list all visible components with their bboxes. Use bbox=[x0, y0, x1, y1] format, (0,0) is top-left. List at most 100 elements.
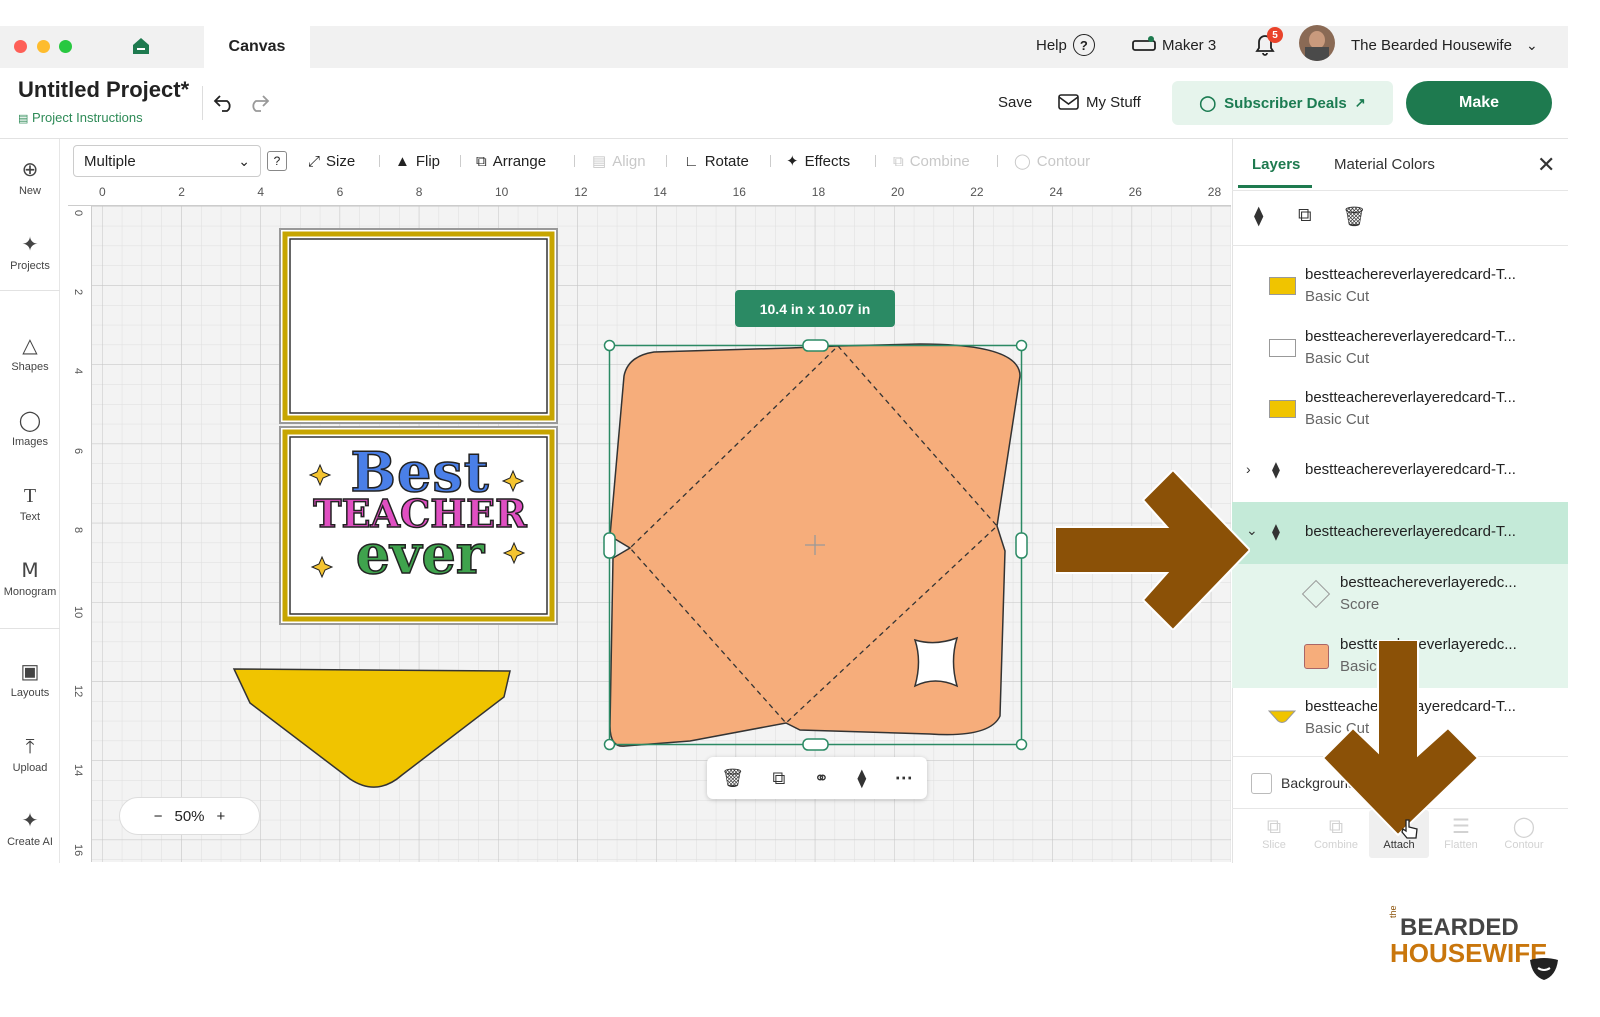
machine-label: Maker 3 bbox=[1162, 36, 1217, 54]
divider bbox=[202, 86, 203, 120]
flip-label: Flip bbox=[415, 152, 441, 170]
tab-layers[interactable]: Layers bbox=[1252, 156, 1300, 173]
help-icon: ? bbox=[1072, 34, 1095, 56]
watermark-prefix: the bbox=[1388, 905, 1398, 918]
minimize-window-button[interactable] bbox=[37, 40, 50, 53]
user-name: The Bearded Housewife bbox=[1351, 36, 1512, 54]
ruler-tick-label: 0 bbox=[99, 185, 106, 199]
text-icon: T bbox=[23, 485, 37, 507]
sidebar-item-new[interactable]: ⊕ New bbox=[0, 159, 60, 197]
save-button[interactable]: Save bbox=[998, 94, 1032, 111]
upload-icon: ⤒ bbox=[25, 736, 35, 758]
arrange-button[interactable]: ⧉ Arrange bbox=[476, 150, 546, 172]
contour-button[interactable]: ◯ Contour bbox=[1014, 150, 1090, 172]
sidebar-item-shapes[interactable]: △ Shapes bbox=[0, 335, 60, 373]
layer-name: bestteachereverlayeredcard-T... bbox=[1305, 523, 1516, 540]
delete-layer-icon[interactable]: 🗑 bbox=[1342, 205, 1366, 229]
sidebar-item-monogram[interactable]: Ⅿ Monogram bbox=[0, 560, 60, 598]
tab-canvas[interactable]: Canvas bbox=[204, 26, 310, 68]
subscriber-deals-label: Subscriber Deals bbox=[1224, 94, 1347, 112]
toolbar-help-button[interactable]: ? bbox=[267, 151, 287, 171]
layer-swatch bbox=[1268, 710, 1296, 723]
background-checkbox[interactable] bbox=[1251, 773, 1272, 794]
trash-icon[interactable]: 🗑 bbox=[721, 768, 744, 789]
divider bbox=[460, 155, 461, 167]
sidebar-item-layouts[interactable]: ▣ Layouts bbox=[0, 661, 60, 699]
effects-button[interactable]: ✦ Effects bbox=[786, 150, 850, 172]
help-button[interactable]: Help ? bbox=[1036, 34, 1095, 56]
machine-selector[interactable]: Maker 3 bbox=[1132, 34, 1216, 56]
arrange-label: Arrange bbox=[492, 152, 547, 170]
layer-row[interactable]: bestteachereverlayeredcard-T... Basic Cu… bbox=[1232, 255, 1568, 317]
project-instructions-link[interactable]: ▤ Project Instructions bbox=[18, 110, 143, 125]
my-stuff-label: My Stuff bbox=[1086, 93, 1141, 111]
shirt-icon: ▣ bbox=[20, 661, 40, 683]
project-title[interactable]: Untitled Project* bbox=[18, 77, 189, 103]
sidebar-item-label: Layouts bbox=[10, 687, 50, 699]
size-badge: 10.4 in x 10.07 in bbox=[735, 290, 895, 327]
sidebar-item-images[interactable]: ◯ Images bbox=[0, 410, 60, 448]
divider bbox=[1232, 190, 1568, 191]
group-layers-icon[interactable]: ⧫ bbox=[1254, 205, 1263, 228]
contour-label: Contour bbox=[1504, 839, 1544, 851]
home-icon[interactable] bbox=[131, 36, 151, 56]
divider bbox=[0, 290, 60, 291]
cursor-hand-icon bbox=[1401, 819, 1418, 839]
more-icon[interactable]: ⋯ bbox=[895, 768, 913, 789]
layer-swatch bbox=[1269, 339, 1296, 357]
sidebar-item-projects[interactable]: ✦ Projects bbox=[0, 234, 60, 272]
arrange-icon: ⧉ bbox=[476, 152, 487, 170]
duplicate-layer-icon[interactable]: ⧉ bbox=[1298, 205, 1312, 227]
flatten-label: Flatten bbox=[1444, 839, 1478, 851]
sidebar-item-create-ai[interactable]: ✦ Create AI bbox=[0, 810, 60, 848]
flip-button[interactable]: ▲ Flip bbox=[395, 150, 440, 172]
layer-row-child[interactable]: bestteachereverlayeredc... Score bbox=[1232, 564, 1568, 626]
flip-icon: ▲ bbox=[395, 152, 410, 170]
make-button[interactable]: Make bbox=[1406, 81, 1552, 125]
group-icon[interactable]: ⧫ bbox=[857, 768, 866, 789]
sidebar-item-text[interactable]: T Text bbox=[0, 485, 60, 523]
size-button[interactable]: ⤢ Size bbox=[308, 150, 355, 172]
zoom-control: − 50% + bbox=[119, 797, 260, 835]
layer-group-row[interactable]: › ⧫ bestteachereverlayeredcard-T... bbox=[1232, 440, 1568, 502]
contour-label: Contour bbox=[1036, 152, 1091, 170]
user-menu[interactable]: The Bearded Housewife ⌄ bbox=[1351, 34, 1538, 56]
yellow-flap-shape[interactable] bbox=[232, 667, 514, 797]
operation-select[interactable]: Multiple ⌄ bbox=[73, 145, 261, 177]
ruler-tick-label: 16 bbox=[732, 185, 746, 199]
attach-icon[interactable]: ⚭ bbox=[814, 768, 829, 789]
redo-icon[interactable] bbox=[247, 91, 271, 113]
envelope-shape[interactable] bbox=[600, 336, 1032, 756]
help-label: Help bbox=[1036, 36, 1067, 54]
align-button[interactable]: ▤ Align bbox=[592, 150, 646, 172]
duplicate-icon[interactable]: ⧉ bbox=[773, 768, 786, 789]
avatar[interactable] bbox=[1299, 25, 1335, 61]
combine-button[interactable]: ⧉ Combine bbox=[893, 150, 970, 172]
sidebar-item-upload[interactable]: ⤒ Upload bbox=[0, 736, 60, 774]
ruler-tick-label: 20 bbox=[891, 185, 905, 199]
layer-operation: Basic Cut bbox=[1305, 288, 1370, 305]
sidebar-item-label: Text bbox=[19, 511, 41, 523]
layer-group-row-selected[interactable]: ⌄ ⧫ bestteachereverlayeredcard-T... bbox=[1232, 502, 1568, 564]
subscriber-deals-button[interactable]: ◯ Subscriber Deals ↗ bbox=[1172, 81, 1393, 125]
score-line-icon bbox=[1301, 579, 1331, 609]
contour-panel-button[interactable]: ◯ Contour bbox=[1496, 815, 1552, 851]
ruler-tick-label: 8 bbox=[72, 526, 84, 533]
rotate-button[interactable]: ∟ Rotate bbox=[684, 150, 749, 172]
tab-material-colors[interactable]: Material Colors bbox=[1334, 156, 1435, 173]
arrow-down-annotation bbox=[1323, 640, 1480, 837]
close-icon[interactable]: ✕ bbox=[1537, 152, 1555, 178]
slice-button[interactable]: ⧉ Slice bbox=[1246, 815, 1302, 851]
sidebar-item-label: New bbox=[18, 185, 41, 197]
attach-label: Attach bbox=[1383, 839, 1415, 851]
layer-row[interactable]: bestteachereverlayeredcard-T... Basic Cu… bbox=[1232, 317, 1568, 379]
zoom-in-button[interactable]: + bbox=[217, 808, 226, 825]
contour-icon: ◯ bbox=[1014, 153, 1031, 170]
resize-icon: ⤢ bbox=[308, 152, 321, 170]
layer-row[interactable]: bestteachereverlayeredcard-T... Basic Cu… bbox=[1232, 378, 1568, 440]
close-window-button[interactable] bbox=[14, 40, 27, 53]
zoom-out-button[interactable]: − bbox=[154, 808, 163, 825]
my-stuff-button[interactable]: My Stuff bbox=[1058, 93, 1141, 111]
undo-icon[interactable] bbox=[212, 91, 236, 113]
maximize-window-button[interactable] bbox=[59, 40, 72, 53]
